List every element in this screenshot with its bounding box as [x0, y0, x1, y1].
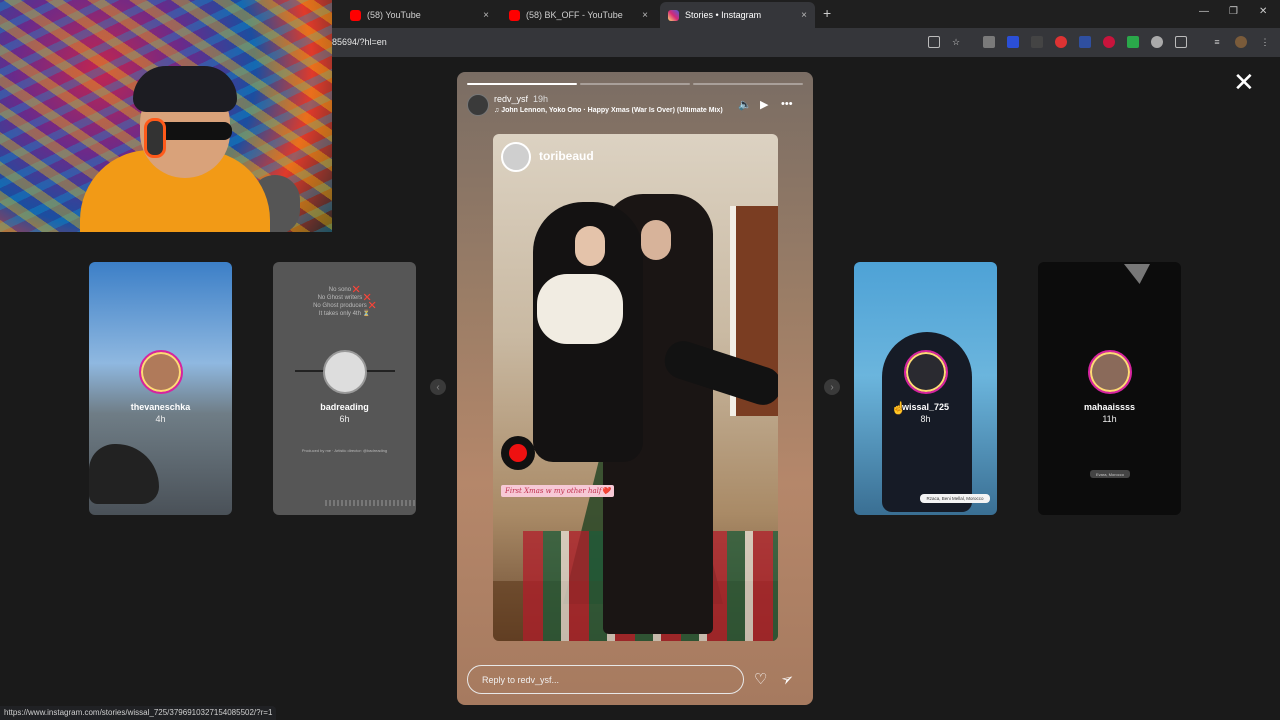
headset [144, 118, 166, 158]
window-close-button[interactable]: ✕ [1259, 6, 1267, 17]
avatar [903, 350, 948, 394]
story-time: 8h [920, 414, 931, 424]
woman-face [575, 226, 605, 266]
close-viewer-button[interactable]: ✕ [1233, 69, 1255, 95]
close-icon[interactable]: × [801, 10, 807, 21]
youtube-icon [350, 9, 361, 21]
mute-icon[interactable]: 🔈 [738, 98, 752, 111]
reply-input[interactable]: Reply to redv_ysf... [467, 665, 744, 694]
music-sticker[interactable] [501, 436, 535, 470]
ublock-icon[interactable] [1103, 36, 1115, 48]
story-note: No Ghost writers ❌ [317, 295, 372, 301]
bookmark-star-icon[interactable]: ☆ [950, 36, 962, 48]
more-options-icon[interactable]: ••• [781, 98, 793, 110]
chrome-menu-icon[interactable]: ⋮ [1259, 36, 1271, 48]
story-photo: toribeaud First Xmas w my other half❤️ [493, 134, 778, 641]
instagram-icon [668, 9, 679, 21]
story-timestamp: 19h [533, 94, 549, 104]
story-note: No sono ❌ [328, 287, 361, 293]
tab-label: (58) BK_OFF - YouTube [526, 10, 623, 20]
heart-icon[interactable]: ♡ [754, 670, 767, 688]
story-author-username[interactable]: redv_ysf [494, 94, 528, 104]
extension-icon[interactable] [1127, 36, 1139, 48]
story-progress-segment [580, 83, 690, 85]
story-username: badreading [320, 402, 369, 412]
story-username: thevaneschka [130, 402, 191, 412]
streamer-hair [133, 66, 237, 112]
story-card-mahaaissss[interactable]: mahaaissss 11h Evara, Morocco [1038, 262, 1181, 515]
story-note: It takes only 4th ⏳ [318, 311, 371, 317]
story-card-wissal-725[interactable]: wissal_725 8h Rzaca, Beni Mellal, Morocc… [854, 262, 997, 515]
tab-bk-off-youtube[interactable]: (58) BK_OFF - YouTube × [501, 2, 656, 28]
install-app-icon[interactable] [928, 36, 940, 48]
story-progress-segment [467, 83, 577, 85]
new-tab-button[interactable]: + [823, 5, 831, 21]
story-username: mahaaissss [1083, 402, 1136, 412]
next-story-button[interactable]: › [824, 379, 840, 395]
story-progress-segment [693, 83, 803, 85]
avatar [138, 350, 183, 394]
play-icon[interactable]: ▶ [760, 98, 768, 111]
profile-avatar[interactable] [1235, 36, 1247, 48]
white-sweater [537, 274, 623, 344]
caption-sticker: First Xmas w my other half❤️ [501, 485, 615, 497]
media-controls-icon[interactable]: ≡ [1211, 36, 1223, 48]
active-story[interactable]: redv_ysf 19h ♫ John Lennon, Yoko Ono · H… [457, 72, 813, 705]
extension-icon[interactable] [1031, 36, 1043, 48]
story-music-label[interactable]: ♫ John Lennon, Yoko Ono · Happy Xmas (Wa… [494, 107, 730, 114]
extension-icon[interactable] [1079, 36, 1091, 48]
story-credits: Produced by me · Artistic director: @bad… [301, 448, 388, 453]
youtube-icon [509, 9, 520, 21]
car-mirror [89, 444, 159, 504]
story-author-avatar[interactable] [467, 94, 489, 116]
extension-icon[interactable] [983, 36, 995, 48]
close-icon[interactable]: × [642, 10, 648, 21]
share-icon[interactable]: ➢ [777, 668, 797, 690]
minimize-button[interactable]: — [1199, 6, 1209, 17]
audio-waveform [325, 500, 415, 506]
story-text: No sono ❌ No Ghost writers ❌ No Ghost pr… [273, 286, 416, 318]
story-time: 6h [339, 414, 350, 424]
extension-icon[interactable] [1151, 36, 1163, 48]
tab-youtube[interactable]: (58) YouTube × [342, 2, 497, 28]
story-card-thevaneschka[interactable]: thevaneschka 4h [89, 262, 232, 515]
story-note: No Ghost producers ❌ [313, 303, 376, 309]
tab-label: Stories • Instagram [685, 10, 762, 20]
close-icon[interactable]: × [483, 10, 489, 21]
tab-label: (58) YouTube [367, 10, 421, 20]
previous-story-button[interactable]: ‹ [430, 379, 446, 395]
story-time: 11h [1102, 414, 1117, 424]
location-sticker: Rzaca, Beni Mellal, Morocco [920, 494, 990, 503]
avatar [322, 350, 367, 394]
record-icon [509, 444, 527, 462]
extension-icon[interactable] [1007, 36, 1019, 48]
story-time: 4h [155, 414, 166, 424]
address-bar[interactable]: 85694/?hl=en [332, 37, 387, 47]
story-username: wissal_725 [901, 402, 950, 412]
extension-icon[interactable] [1055, 36, 1067, 48]
man-face [641, 220, 671, 260]
extensions-puzzle-icon[interactable] [1175, 36, 1187, 48]
story-shape [1124, 264, 1150, 284]
story-progress-bar [467, 83, 803, 85]
webcam-overlay [0, 0, 332, 232]
tagged-user-avatar[interactable] [501, 142, 531, 172]
hand-cursor-icon: ☝ [891, 401, 906, 415]
maximize-button[interactable]: ❐ [1229, 6, 1238, 17]
stories-viewer: thevaneschka 4h No sono ❌ No Ghost write… [0, 0, 1280, 720]
avatar [1087, 350, 1132, 394]
tab-instagram-stories[interactable]: Stories • Instagram × [660, 2, 815, 28]
link-status-bar: https://www.instagram.com/stories/wissal… [0, 706, 277, 720]
story-card-badreading[interactable]: No sono ❌ No Ghost writers ❌ No Ghost pr… [273, 262, 416, 515]
location-sticker: Evara, Morocco [1090, 470, 1130, 478]
tagged-username[interactable]: toribeaud [539, 149, 594, 163]
